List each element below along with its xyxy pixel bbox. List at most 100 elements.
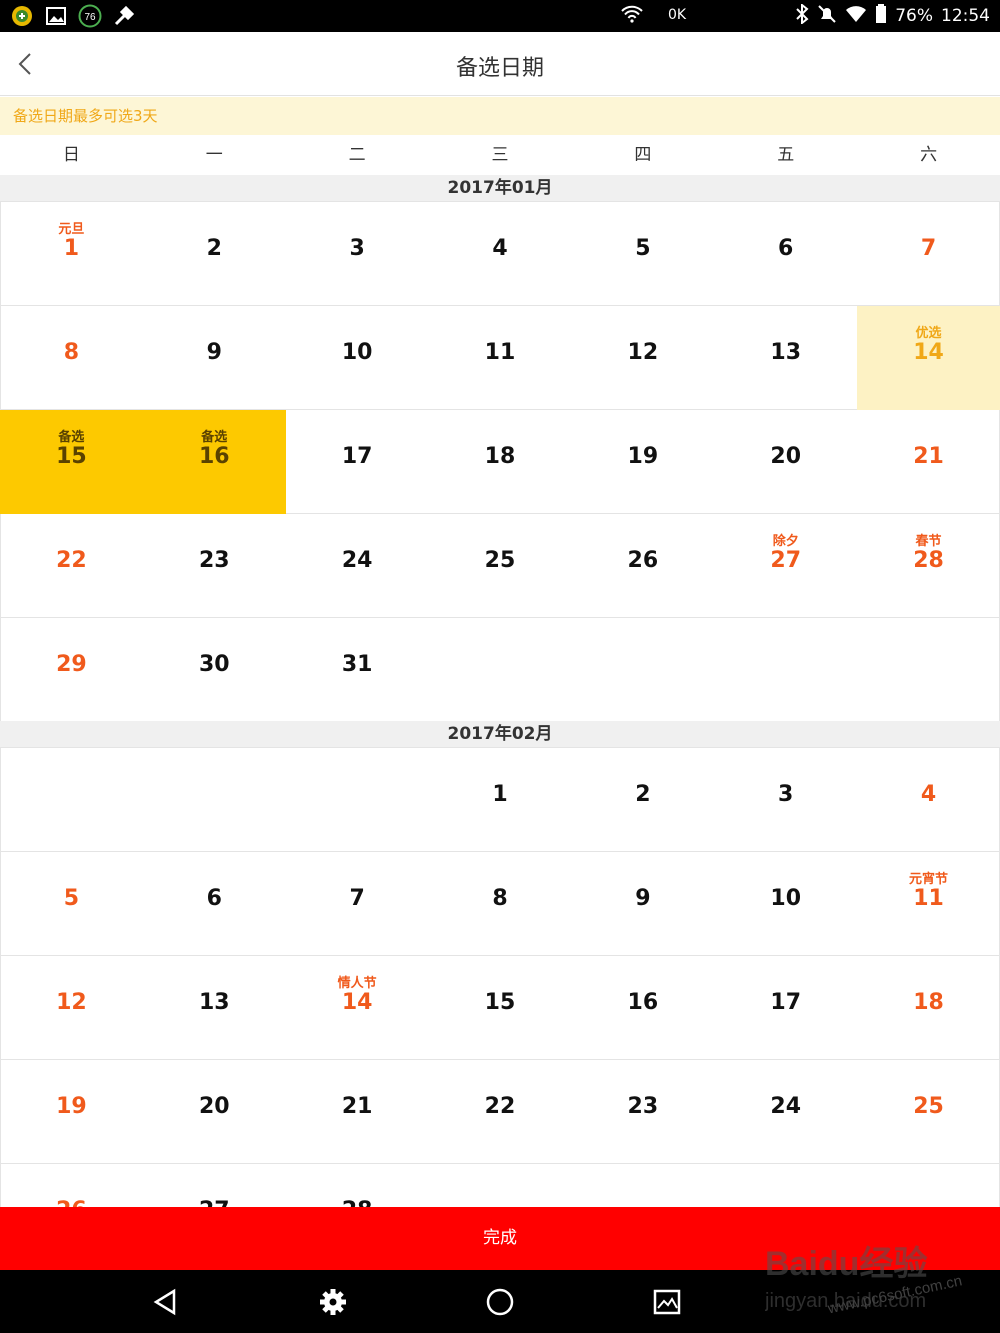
day-cell[interactable]: 优选 14	[857, 306, 1000, 410]
back-triangle-icon[interactable]	[150, 1286, 182, 1318]
day-cell[interactable]: 27	[143, 1164, 286, 1207]
weekday-label: 六	[920, 145, 938, 165]
day-number: 2	[206, 236, 222, 261]
badge-text: 76	[84, 12, 96, 23]
day-number: 30	[198, 652, 230, 677]
day-cell[interactable]: 20	[714, 410, 857, 514]
home-circle-icon[interactable]	[484, 1286, 516, 1318]
day-cell[interactable]: 24	[714, 1060, 857, 1164]
day-cell[interactable]: 3	[714, 748, 857, 852]
day-cell[interactable]: 6	[714, 202, 857, 306]
done-button[interactable]: 完成	[0, 1207, 1000, 1270]
day-cell[interactable]: 备选 15	[0, 410, 143, 514]
day-cell[interactable]: 12	[0, 956, 143, 1060]
day-number: 8	[492, 886, 508, 911]
calendar-scroll[interactable]: 2017年01月 元旦 1 2 3 4 5 6 7 8 9 10 11 12 13 优选 14 备选 15 备选 16 1…	[0, 175, 1000, 1207]
day-cell[interactable]: 16	[571, 956, 714, 1060]
day-cell[interactable]: 情人节 14	[286, 956, 429, 1060]
battery-percent: 76%	[895, 6, 933, 26]
day-cell[interactable]: 4	[429, 202, 572, 306]
day-cell[interactable]: 5	[0, 852, 143, 956]
day-cell[interactable]: 25	[429, 514, 572, 618]
day-cell[interactable]: 元宵节 11	[857, 852, 1000, 956]
day-cell[interactable]: 8	[429, 852, 572, 956]
day-number: 2	[635, 782, 651, 807]
day-number: 13	[770, 340, 802, 365]
day-cell[interactable]: 8	[0, 306, 143, 410]
month-header: 2017年02月	[0, 721, 1000, 747]
day-cell[interactable]: 7	[286, 852, 429, 956]
day-cell[interactable]: 5	[571, 202, 714, 306]
day-number: 16	[198, 444, 230, 469]
day-cell[interactable]: 3	[286, 202, 429, 306]
day-cell[interactable]: 21	[286, 1060, 429, 1164]
day-cell[interactable]: 13	[143, 956, 286, 1060]
day-cell[interactable]: 29	[0, 618, 143, 722]
day-cell[interactable]: 9	[571, 852, 714, 956]
day-cell[interactable]: 17	[286, 410, 429, 514]
day-cell[interactable]: 18	[429, 410, 572, 514]
day-number: 14	[913, 340, 944, 365]
settings-gear-icon[interactable]	[317, 1286, 349, 1318]
wrench-icon	[112, 4, 136, 28]
day-number: 22	[484, 1094, 516, 1119]
day-number: 19	[56, 1094, 87, 1119]
day-cell[interactable]: 春节 28	[857, 514, 1000, 618]
day-cell[interactable]: 4	[857, 748, 1000, 852]
day-number: 5	[635, 236, 651, 261]
day-cell[interactable]: 31	[286, 618, 429, 722]
day-cell[interactable]: 元旦 1	[0, 202, 143, 306]
day-number: 1	[492, 782, 508, 807]
day-number: 15	[56, 444, 87, 469]
day-cell[interactable]: 13	[714, 306, 857, 410]
day-number: 24	[341, 548, 373, 573]
day-cell[interactable]: 20	[143, 1060, 286, 1164]
battery-icon	[875, 3, 887, 29]
day-cell[interactable]: 24	[286, 514, 429, 618]
day-number: 12	[627, 340, 659, 365]
day-cell[interactable]: 1	[429, 748, 572, 852]
day-cell[interactable]: 18	[857, 956, 1000, 1060]
day-cell[interactable]: 15	[429, 956, 572, 1060]
day-number: 31	[341, 652, 373, 677]
day-number: 20	[198, 1094, 230, 1119]
day-tag: 元宵节	[909, 872, 949, 887]
day-cell[interactable]: 2	[143, 202, 286, 306]
day-cell[interactable]: 25	[857, 1060, 1000, 1164]
status-bar: 76 0K 76% 12:54	[0, 0, 1000, 32]
page-title: 备选日期	[455, 56, 544, 81]
month-grid: 1 2 3 4 5 6 7 8 9 10 元宵节 11 12 13 情人节 14 15 16 17 18 19 20 21 2…	[0, 747, 1000, 1207]
day-cell[interactable]: 除夕 27	[714, 514, 857, 618]
day-cell[interactable]: 10	[286, 306, 429, 410]
day-cell[interactable]: 22	[0, 514, 143, 618]
day-number: 16	[627, 990, 659, 1015]
day-cell[interactable]: 备选 16	[142, 410, 286, 514]
day-number: 5	[63, 886, 80, 911]
day-cell[interactable]: 30	[143, 618, 286, 722]
day-cell[interactable]: 21	[857, 410, 1000, 514]
day-cell[interactable]: 26	[571, 514, 714, 618]
status-right-icons: 76% 12:54	[795, 0, 990, 32]
day-number: 25	[913, 1094, 944, 1119]
gallery-icon[interactable]	[651, 1286, 683, 1318]
day-cell[interactable]: 9	[143, 306, 286, 410]
day-cell[interactable]: 7	[857, 202, 1000, 306]
day-cell[interactable]: 11	[429, 306, 572, 410]
status-left-icons: 76	[10, 4, 136, 28]
day-cell[interactable]: 12	[571, 306, 714, 410]
day-cell[interactable]: 23	[143, 514, 286, 618]
day-number: 22	[56, 548, 87, 573]
day-cell[interactable]: 10	[714, 852, 857, 956]
day-number: 25	[484, 548, 516, 573]
day-number: 13	[198, 990, 230, 1015]
day-cell[interactable]: 26	[0, 1164, 143, 1207]
day-cell[interactable]: 17	[714, 956, 857, 1060]
day-number: 28	[913, 548, 944, 573]
day-cell[interactable]: 22	[429, 1060, 572, 1164]
day-cell[interactable]: 19	[0, 1060, 143, 1164]
day-cell[interactable]: 23	[571, 1060, 714, 1164]
day-cell[interactable]: 19	[571, 410, 714, 514]
day-cell[interactable]: 28	[286, 1164, 429, 1207]
day-cell[interactable]: 2	[571, 748, 714, 852]
day-cell[interactable]: 6	[143, 852, 286, 956]
